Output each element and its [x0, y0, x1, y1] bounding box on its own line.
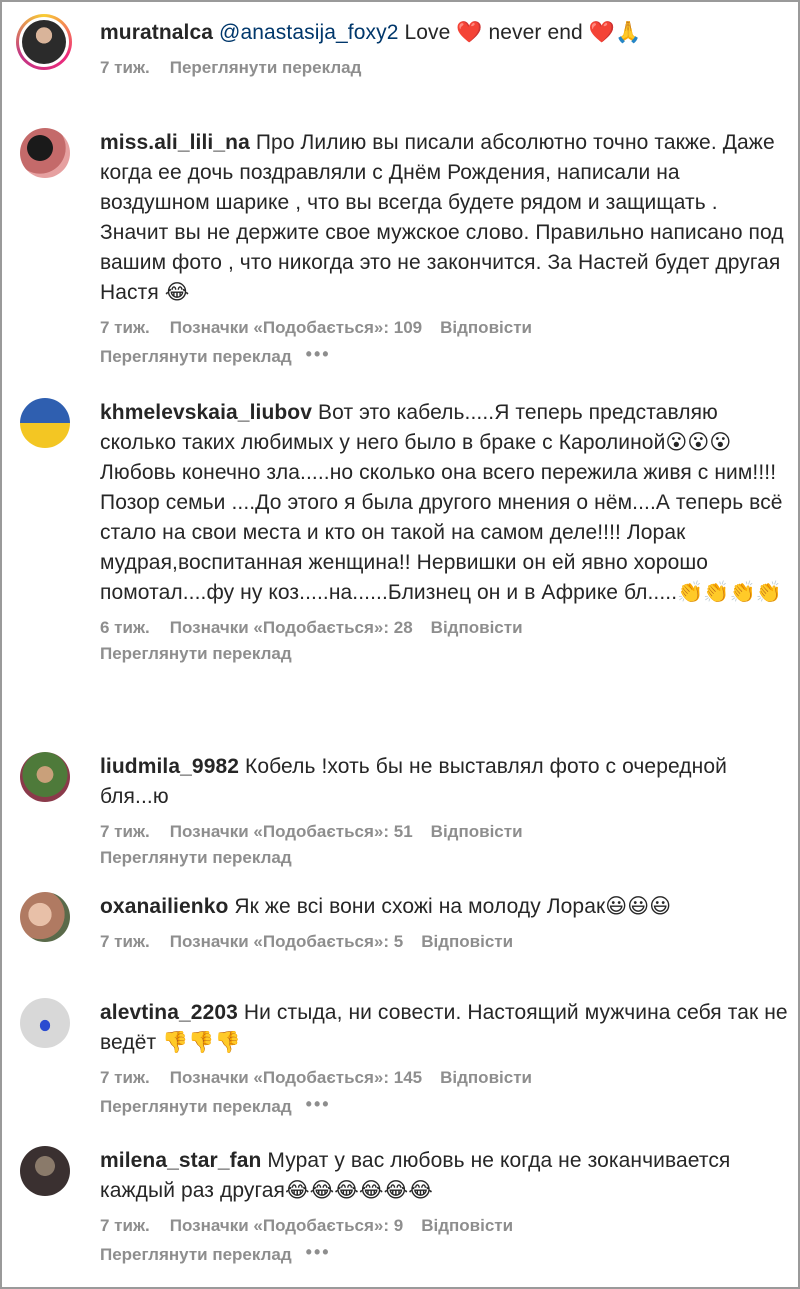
comment-text-block: liudmila_9982 Кобель !хоть бы не выставля…	[100, 752, 790, 812]
comment-meta: 7 тиж. Переглянути переклад	[100, 56, 790, 80]
likes-count[interactable]: Позначки «Подобається»: 51	[170, 822, 413, 841]
comment-username[interactable]: muratnalca	[100, 21, 213, 44]
translate-link[interactable]: Переглянути переклад	[100, 1245, 292, 1264]
avatar[interactable]	[20, 1146, 70, 1196]
comment-username[interactable]: liudmila_9982	[100, 755, 239, 778]
likes-count[interactable]: Позначки «Подобається»: 28	[170, 618, 413, 637]
reply-button[interactable]: Відповісти	[431, 618, 523, 637]
translate-row: Переглянути переклад •••	[100, 342, 790, 369]
comment-meta: 7 тиж. Позначки «Подобається»: 5 Відповіст…	[100, 930, 790, 954]
comment-text: Love ❤️ never end ❤️🙏	[404, 21, 642, 44]
avatar[interactable]	[20, 398, 70, 448]
comment-text: Вот это кабель.....Я теперь представляю …	[100, 401, 783, 604]
comment-text: Про Лилию вы писали абсолютно точно такж…	[100, 131, 784, 304]
translate-row: Переглянути переклад •••	[100, 1240, 790, 1267]
translate-link[interactable]: Переглянути переклад	[100, 644, 292, 663]
comment-time[interactable]: 6 тиж.	[100, 618, 150, 637]
likes-count[interactable]: Позначки «Подобається»: 109	[170, 318, 422, 337]
mention-link[interactable]: @anastasija_foxy2	[219, 21, 398, 44]
more-dots-icon[interactable]: •••	[306, 1240, 331, 1264]
avatar[interactable]	[20, 998, 70, 1048]
likes-count[interactable]: Позначки «Подобається»: 145	[170, 1068, 422, 1087]
comment-time[interactable]: 7 тиж.	[100, 932, 150, 951]
avatar[interactable]	[16, 14, 72, 70]
reply-button[interactable]: Відповісти	[421, 932, 513, 951]
avatar[interactable]	[20, 892, 70, 942]
comment-time[interactable]: 7 тиж.	[100, 58, 150, 77]
more-dots-icon[interactable]: •••	[306, 1092, 331, 1116]
likes-count[interactable]: Позначки «Подобається»: 5	[170, 932, 403, 951]
comment-meta: 7 тиж. Позначки «Подобається»: 51 Відповіс…	[100, 820, 790, 844]
comment-meta: 7 тиж. Позначки «Подобається»: 145 Відпові…	[100, 1066, 790, 1090]
reply-button[interactable]: Відповісти	[421, 1216, 513, 1235]
comment-username[interactable]: miss.ali_lili_na	[100, 131, 250, 154]
comment-username[interactable]: milena_star_fan	[100, 1149, 261, 1172]
reply-button[interactable]: Відповісти	[440, 318, 532, 337]
translate-link[interactable]: Переглянути переклад	[100, 1097, 292, 1116]
comment-text-block: milena_star_fan Мурат у вас любовь не ког…	[100, 1146, 790, 1206]
reply-button[interactable]: Відповісти	[431, 822, 523, 841]
translate-row: Переглянути переклад •••	[100, 1092, 790, 1119]
comment-text-block: alevtina_2203 Ни стыда, ни совести. Насто…	[100, 998, 790, 1058]
translate-row: Переглянути переклад	[100, 846, 790, 870]
translate-link[interactable]: Переглянути переклад	[100, 347, 292, 366]
likes-count[interactable]: Позначки «Подобається»: 9	[170, 1216, 403, 1235]
comment-text-block: oxanailienko Як же всі вони схожі на моло…	[100, 892, 790, 922]
comment-time[interactable]: 7 тиж.	[100, 1216, 150, 1235]
comment-text-block: muratnalca @anastasija_foxy2 Love ❤️ neve…	[100, 18, 790, 48]
translate-row: Переглянути переклад	[100, 642, 790, 666]
reply-button[interactable]: Відповісти	[440, 1068, 532, 1087]
translate-link[interactable]: Переглянути переклад	[170, 58, 362, 77]
comment-meta: 7 тиж. Позначки «Подобається»: 9 Відповіст…	[100, 1214, 790, 1238]
comment-time[interactable]: 7 тиж.	[100, 822, 150, 841]
comment-text-block: miss.ali_lili_na Про Лилию вы писали абсо…	[100, 128, 790, 308]
comment-text-block: khmelevskaia_liubov Вот это кабель.....Я …	[100, 398, 790, 608]
comment-username[interactable]: khmelevskaia_liubov	[100, 401, 312, 424]
comment-meta: 7 тиж. Позначки «Подобається»: 109 Відпові…	[100, 316, 790, 340]
avatar[interactable]	[20, 128, 70, 178]
comment-meta: 6 тиж. Позначки «Подобається»: 28 Відповіс…	[100, 616, 790, 640]
comment-time[interactable]: 7 тиж.	[100, 318, 150, 337]
comment-text: Як же всі вони схожі на молоду Лорак😃😃😃	[234, 895, 672, 918]
more-dots-icon[interactable]: •••	[306, 342, 331, 366]
comment-username[interactable]: alevtina_2203	[100, 1001, 238, 1024]
comment-username[interactable]: oxanailienko	[100, 895, 228, 918]
avatar[interactable]	[20, 752, 70, 802]
translate-link[interactable]: Переглянути переклад	[100, 848, 292, 867]
comment-time[interactable]: 7 тиж.	[100, 1068, 150, 1087]
